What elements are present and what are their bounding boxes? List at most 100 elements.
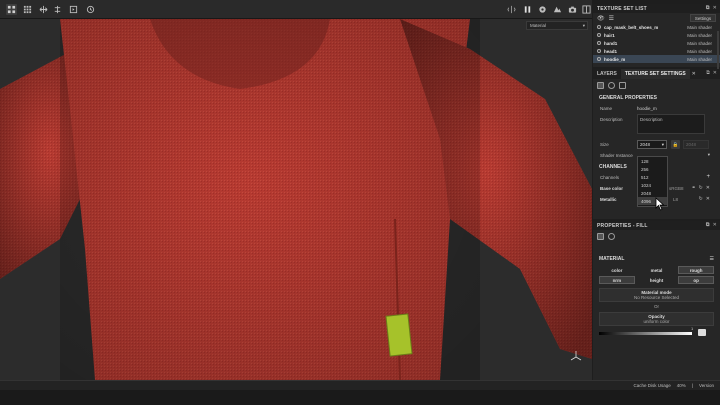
screenshot-icon[interactable] xyxy=(567,4,578,15)
close-icon[interactable]: ✕ xyxy=(713,5,717,11)
symmetry-icon[interactable] xyxy=(506,4,517,15)
panel-title: PROPERTIES - FILL xyxy=(597,222,648,229)
close-icon[interactable]: ✕ xyxy=(706,185,710,191)
material-title-label: MATERIAL xyxy=(599,256,625,262)
link-icon[interactable]: ⚭ xyxy=(691,185,695,191)
axis-icon[interactable] xyxy=(52,4,63,15)
list-icon[interactable]: ☰ xyxy=(609,15,614,22)
texture-set-item[interactable]: cap_mask_belt_shoes_m Main shader xyxy=(593,23,720,31)
texture-set-tools: 👁 ☰ Settings xyxy=(593,13,720,23)
refresh-icon[interactable]: ↻ xyxy=(699,185,703,191)
size-height-select: 2048 xyxy=(683,140,709,149)
material-mode-value: No Resource Selected xyxy=(633,295,680,300)
texture-set-shader: Main shader xyxy=(687,48,712,54)
hoodie-model[interactable] xyxy=(0,19,592,380)
chevron-down-icon[interactable]: ▾ xyxy=(708,152,710,158)
description-field[interactable]: Description xyxy=(637,114,705,134)
close-icon[interactable]: ✕ xyxy=(692,71,696,77)
size-option[interactable]: 512 xyxy=(638,173,667,181)
opacity-gradient-track[interactable] xyxy=(599,332,692,335)
opacity-sub: uniform color xyxy=(643,319,670,324)
texture-set-item[interactable]: head1 Main shader xyxy=(593,47,720,55)
mouse-cursor-icon xyxy=(655,197,665,211)
panel-tabs: LAYERS TEXTURE SET SETTINGS ✕ ⧉ ✕ xyxy=(593,69,720,79)
scrollbar[interactable] xyxy=(717,31,719,69)
settings-button[interactable]: Settings xyxy=(690,14,716,22)
radio-icon[interactable] xyxy=(597,49,601,53)
description-label: Description xyxy=(600,117,623,122)
texture-set-name: hand1 xyxy=(604,40,618,46)
metallic-label: Metallic xyxy=(600,197,617,202)
texture-set-item[interactable]: hoodie_m Main shader xyxy=(593,55,720,63)
radio-icon[interactable] xyxy=(597,57,601,61)
popout-icon[interactable]: ⧉ xyxy=(706,222,710,228)
render-icon[interactable] xyxy=(552,4,563,15)
texture-set-name: head1 xyxy=(604,48,618,54)
size-select-value: 2048 xyxy=(640,142,651,147)
channel-toggle-rough[interactable]: rough xyxy=(678,266,714,274)
channel-toggle-height[interactable]: height xyxy=(639,276,675,284)
close-icon[interactable]: ✕ xyxy=(713,70,717,76)
pause-icon[interactable] xyxy=(522,4,533,15)
channel-toggle-op[interactable]: op xyxy=(678,276,714,284)
opacity-button[interactable]: Opacity uniform color xyxy=(599,312,714,326)
settings-label: Settings xyxy=(694,15,712,21)
settings-toolbar xyxy=(593,79,720,91)
texture-set-icon[interactable] xyxy=(597,81,604,89)
color-picker-button[interactable] xyxy=(698,329,706,336)
tab-texture-set-settings[interactable]: TEXTURE SET SETTINGS xyxy=(620,69,690,79)
size-option[interactable]: 1024 xyxy=(638,181,667,189)
3d-viewport[interactable]: Material ▾ xyxy=(0,19,592,380)
grid-dense-icon[interactable] xyxy=(22,4,33,15)
channel-toggle-metal[interactable]: metal xyxy=(639,266,675,274)
texture-set-shader: Main shader xyxy=(687,40,712,46)
lock-icon[interactable]: 🔒 xyxy=(671,140,680,149)
popout-icon[interactable]: ⧉ xyxy=(706,70,710,76)
size-select[interactable]: 2048 ▾ xyxy=(637,140,667,149)
popout-icon[interactable]: ⧉ xyxy=(706,5,710,11)
camera-icon[interactable] xyxy=(537,4,548,15)
size-option[interactable]: 128 xyxy=(638,157,667,165)
tab-layers[interactable]: LAYERS xyxy=(593,69,621,79)
material-view-select[interactable]: Material ▾ xyxy=(526,21,588,30)
radio-icon[interactable] xyxy=(597,41,601,45)
history-icon[interactable] xyxy=(85,4,96,15)
chevron-down-icon: ▾ xyxy=(661,142,664,147)
cache-value: 40% xyxy=(676,383,686,388)
opacity-slider[interactable]: 1 xyxy=(599,326,714,338)
frame-icon[interactable] xyxy=(68,4,79,15)
close-icon[interactable]: ✕ xyxy=(713,222,717,228)
texture-set-item[interactable]: hair1 Main shader xyxy=(593,31,720,39)
material-view-label: Material xyxy=(530,23,547,28)
status-bar: Cache Disk Usage 40% | Version xyxy=(0,380,720,405)
properties-fill-panel: PROPERTIES - FILL ⧉ ✕ MATERIAL ☰ color me… xyxy=(593,221,720,380)
fill-icon[interactable] xyxy=(597,232,604,240)
material-title: MATERIAL ☰ xyxy=(593,254,720,264)
channel-toggle-nrm[interactable]: nrm xyxy=(599,276,635,284)
refresh-icon[interactable]: ↻ xyxy=(699,196,703,202)
material-mode-button[interactable]: Material mode No Resource Selected xyxy=(599,288,714,302)
material-icon[interactable] xyxy=(608,232,615,240)
channel-toggle-color[interactable]: color xyxy=(599,266,635,274)
radio-icon[interactable] xyxy=(597,25,601,29)
bake-icon[interactable] xyxy=(608,81,615,89)
size-option[interactable]: 256 xyxy=(638,165,667,173)
channels-label: Channels xyxy=(600,175,620,180)
uv-icon[interactable] xyxy=(619,81,626,89)
layout-icon[interactable] xyxy=(581,4,592,15)
name-row: Name hoodie_m xyxy=(593,103,720,114)
radio-icon[interactable] xyxy=(597,33,601,37)
material-channel-grid: color metal rough nrm height op xyxy=(593,264,720,286)
texture-set-item[interactable]: hand1 Main shader xyxy=(593,39,720,47)
eye-icon[interactable]: 👁 xyxy=(597,15,605,22)
texture-set-list-header: TEXTURE SET LIST ⧉ ✕ xyxy=(593,4,720,13)
size-option[interactable]: 2048 xyxy=(638,189,667,197)
tab-label: LAYERS xyxy=(597,71,617,77)
general-properties-title: GENERAL PROPERTIES xyxy=(599,95,657,101)
grid-view-icon[interactable] xyxy=(6,4,17,15)
transform-icon[interactable] xyxy=(38,4,49,15)
base-color-format: sRGB8 xyxy=(669,186,684,191)
menu-icon[interactable]: ☰ xyxy=(710,256,714,262)
close-icon[interactable]: ✕ xyxy=(706,196,710,202)
add-icon[interactable]: + xyxy=(706,174,710,180)
